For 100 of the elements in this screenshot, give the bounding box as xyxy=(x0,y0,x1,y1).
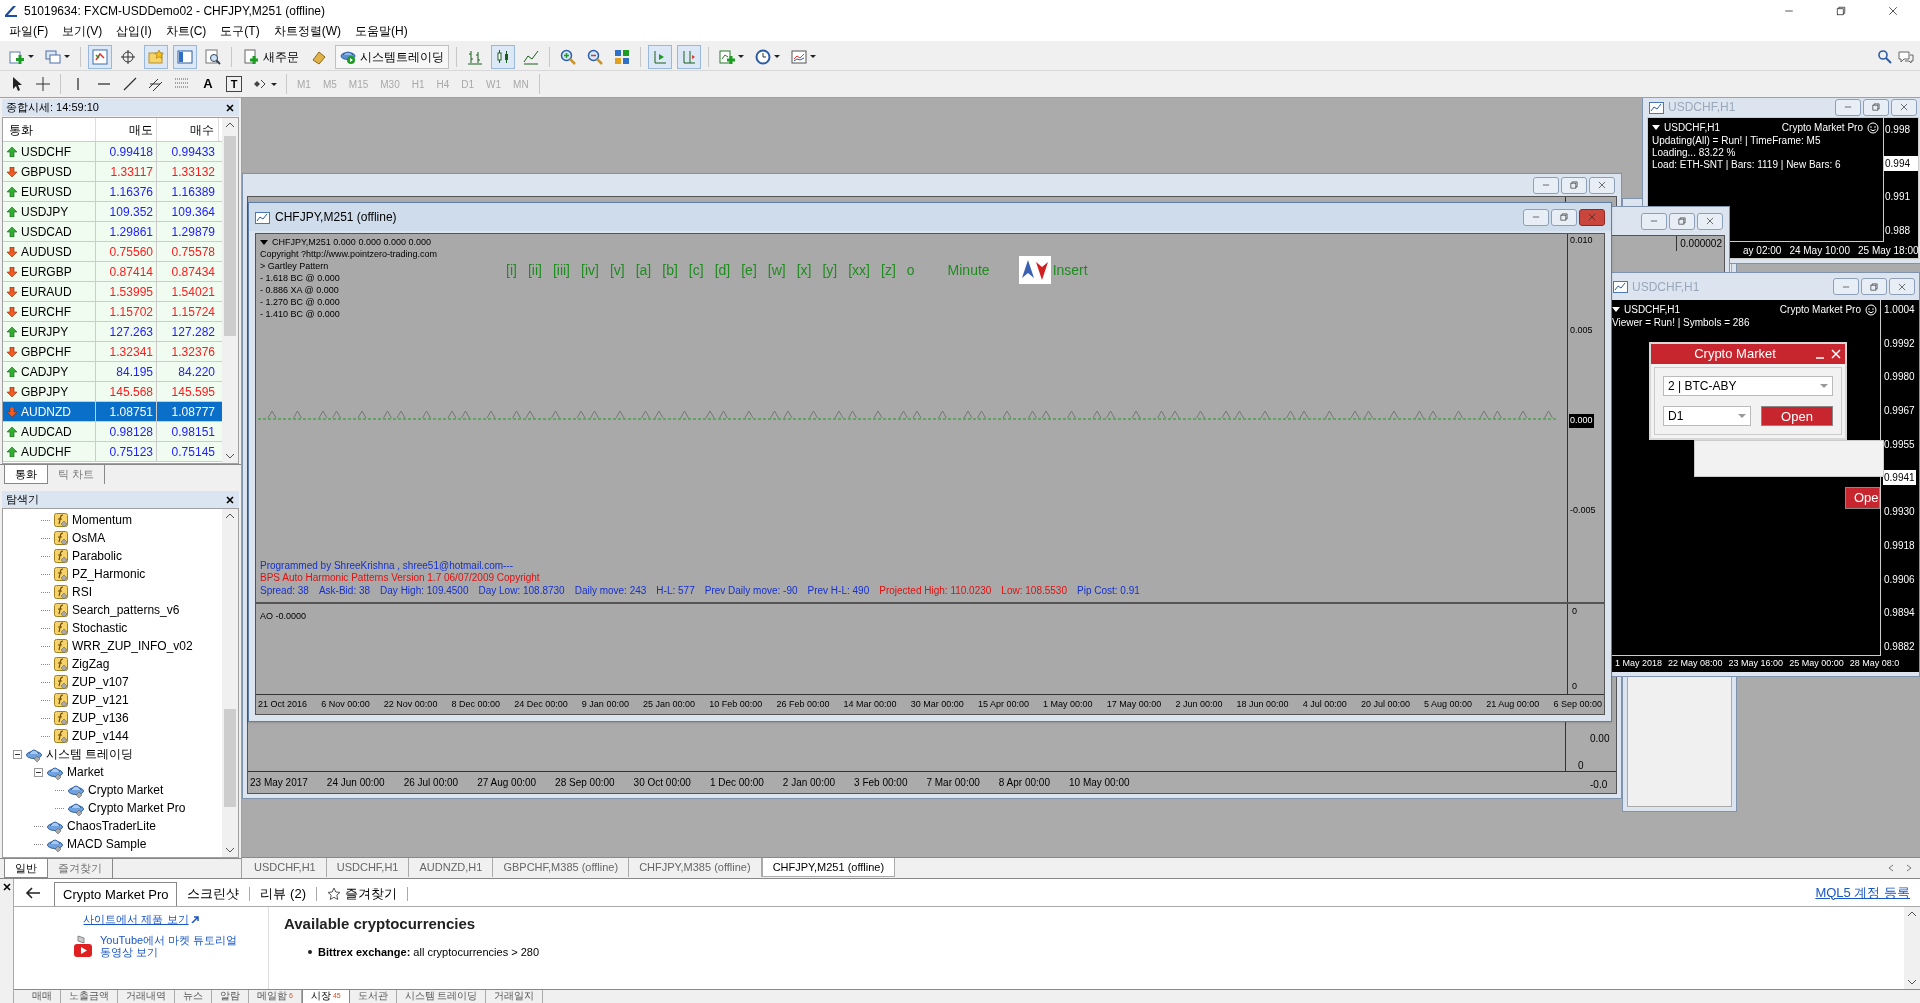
navigator-item[interactable]: WRR_ZUP_INFO_v02 xyxy=(72,637,193,655)
menu-item[interactable]: 차트정렬(W) xyxy=(266,22,348,40)
close-button[interactable] xyxy=(225,102,235,113)
terminal-bottom-tab[interactable]: 도서관 xyxy=(349,990,397,1003)
market-row[interactable]: EURCHF 1.15702 1.15724 xyxy=(3,302,222,322)
column-header[interactable]: 매수 xyxy=(157,118,219,141)
close-icon[interactable] xyxy=(1887,4,1899,17)
star-icon[interactable] xyxy=(327,887,341,901)
scrollbar[interactable] xyxy=(222,509,238,857)
market-row[interactable]: AUDCAD 0.98128 0.98151 xyxy=(3,422,222,442)
panel-tab[interactable]: 즐겨찾기 xyxy=(48,859,113,878)
navigator-item[interactable]: 시스템 트레이딩 xyxy=(46,745,134,763)
maximize-icon[interactable] xyxy=(1869,281,1879,292)
chat-icon[interactable] xyxy=(1898,48,1914,65)
tutorial-video-link[interactable]: YouTube에서 마켓 튜토리얼 동영상 보기 xyxy=(100,933,240,958)
close-button[interactable] xyxy=(225,494,235,505)
scrollbar[interactable] xyxy=(222,118,238,463)
back-arrow-icon[interactable] xyxy=(25,886,41,900)
navigator-item[interactable]: ZUP_v136 xyxy=(72,709,129,727)
caret-icon[interactable] xyxy=(271,82,277,86)
panel-tab[interactable]: 틱 차트 xyxy=(48,465,106,484)
text-label-tool-button[interactable]: T xyxy=(226,76,242,92)
open-button[interactable]: Open xyxy=(1761,406,1833,426)
menu-item[interactable]: 파일(F) xyxy=(2,22,56,40)
navigator-item[interactable]: Crypto Market xyxy=(88,781,164,799)
market-row[interactable]: AUDCHF 0.75123 0.75145 xyxy=(3,442,222,462)
navigator-item[interactable]: RSI xyxy=(72,583,92,601)
restore-icon[interactable] xyxy=(1835,4,1847,17)
terminal-bottom-tab[interactable]: 거래내역 xyxy=(118,990,175,1003)
scroll-right-icon[interactable] xyxy=(1906,864,1912,873)
menu-item[interactable]: 도구(T) xyxy=(213,22,267,40)
timeframe-dropdown[interactable]: D1 xyxy=(1663,406,1751,426)
market-row[interactable]: GBPJPY 145.568 145.595 xyxy=(3,382,222,402)
market-row[interactable]: GBPCHF 1.32341 1.32376 xyxy=(3,342,222,362)
scroll-up-icon[interactable] xyxy=(225,513,235,519)
caret-icon[interactable] xyxy=(774,55,780,58)
scroll-thumb[interactable] xyxy=(224,709,236,807)
collapse-triangle-icon[interactable] xyxy=(1612,307,1620,312)
maximize-icon[interactable] xyxy=(1677,216,1687,226)
scroll-down-icon[interactable] xyxy=(225,453,235,459)
terminal-tab[interactable]: Crypto Market Pro xyxy=(54,882,178,906)
menu-item[interactable]: 도움말(H) xyxy=(348,22,415,40)
minimize-button[interactable] xyxy=(1641,212,1667,230)
minimize-button[interactable] xyxy=(1523,208,1549,226)
chart-tab[interactable]: AUDNZD,H1 xyxy=(409,858,494,878)
maximize-icon[interactable] xyxy=(1569,180,1579,190)
caret-icon[interactable] xyxy=(810,55,816,58)
collapse-triangle-icon[interactable] xyxy=(260,239,268,245)
maximize-button[interactable] xyxy=(1561,176,1587,194)
caret-icon[interactable] xyxy=(64,55,70,58)
templates-icon[interactable] xyxy=(791,48,807,65)
open-button[interactable]: Ope xyxy=(1845,487,1880,509)
terminal-bottom-tab[interactable]: 매매 xyxy=(24,990,61,1003)
system-trading-button[interactable]: 시스템트레이딩 xyxy=(335,44,449,69)
panel-tab[interactable]: 통화 xyxy=(4,465,48,484)
navigator-item[interactable]: Parabolic xyxy=(72,547,123,565)
navigator-item[interactable]: Search_patterns_v6 xyxy=(72,601,180,619)
panel-tab[interactable]: 일반 xyxy=(4,859,48,878)
terminal-bottom-tab[interactable]: 알람 xyxy=(212,990,249,1003)
navigator-item[interactable]: PZ_Harmonic xyxy=(72,565,146,583)
maximize-icon[interactable] xyxy=(1559,212,1569,222)
minimize-button[interactable] xyxy=(1835,98,1861,116)
menu-item[interactable]: 차트(C) xyxy=(158,22,214,40)
scroll-down-icon[interactable] xyxy=(225,847,235,853)
scroll-down-icon[interactable] xyxy=(1907,979,1917,985)
caret-icon[interactable] xyxy=(28,55,34,58)
maximize-button[interactable] xyxy=(1863,98,1889,116)
market-row[interactable]: USDCAD 1.29861 1.29879 xyxy=(3,222,222,242)
market-row[interactable]: USDJPY 109.352 109.364 xyxy=(3,202,222,222)
minimize-button[interactable] xyxy=(1833,278,1859,295)
symbol-dropdown[interactable]: 2 | BTC-ABY xyxy=(1663,376,1833,396)
market-row[interactable]: EURJPY 127.263 127.282 xyxy=(3,322,222,342)
up-down-arrows-icon[interactable] xyxy=(1018,256,1051,284)
navigator-item[interactable]: ZUP_v107 xyxy=(72,673,129,691)
navigator-item[interactable]: ChaosTraderLite xyxy=(67,817,156,835)
navigator-item[interactable]: ZigZag xyxy=(72,655,110,673)
text-tool-button[interactable]: A xyxy=(197,72,219,96)
market-row[interactable]: USDCHF 0.99418 0.99433 xyxy=(3,142,222,162)
terminal-bottom-tab[interactable]: 시스템 트레이딩 xyxy=(396,990,487,1003)
close-icon[interactable] xyxy=(1,882,12,892)
product-site-link[interactable]: 사이트에서 제품 보기 xyxy=(83,911,189,928)
new-chart-icon[interactable] xyxy=(9,48,25,65)
scroll-up-icon[interactable] xyxy=(1907,911,1917,917)
collapse-triangle-icon[interactable] xyxy=(1652,125,1660,130)
navigator-item[interactable]: MACD Sample xyxy=(67,835,147,853)
terminal-bottom-tab[interactable]: 노출금액 xyxy=(61,990,118,1003)
document-plus-icon[interactable] xyxy=(243,48,259,65)
periods-icon[interactable] xyxy=(755,48,771,65)
collapse-icon[interactable] xyxy=(34,767,43,777)
maximize-icon[interactable] xyxy=(1871,102,1881,112)
caret-icon[interactable] xyxy=(738,55,744,58)
maximize-button[interactable] xyxy=(1861,278,1887,295)
close-button[interactable] xyxy=(1579,208,1605,226)
terminal-tab[interactable]: 리뷰 (2) xyxy=(252,882,314,906)
market-row[interactable]: EURGBP 0.87414 0.87434 xyxy=(3,262,222,282)
scroll-thumb[interactable] xyxy=(224,136,236,336)
chart-tab[interactable]: CHFJPY,M251 (offline) xyxy=(761,858,896,878)
scroll-up-icon[interactable] xyxy=(225,122,235,128)
terminal-bottom-tab[interactable]: 거래일지 xyxy=(486,990,544,1003)
terminal-bottom-tab[interactable]: 뉴스 xyxy=(175,990,212,1003)
